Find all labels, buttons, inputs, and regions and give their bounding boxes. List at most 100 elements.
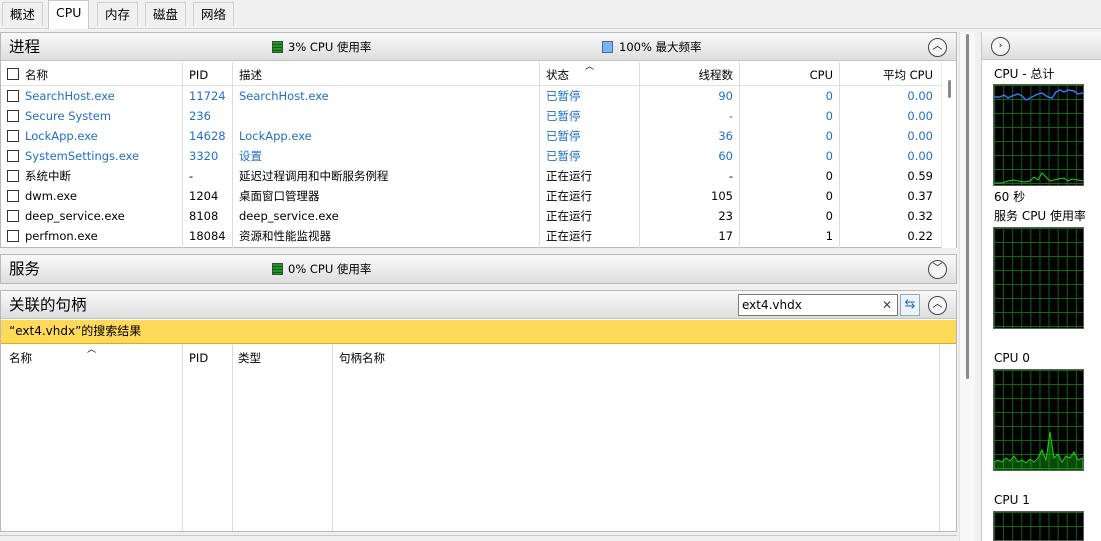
cpu-total-label: CPU - 总计	[994, 67, 1055, 81]
scrollbar-thumb[interactable]	[948, 80, 951, 98]
handles-col-type[interactable]: 类型	[238, 350, 261, 366]
process-checkbox[interactable]	[7, 130, 19, 142]
handle-search-input[interactable]: ext4.vhdx ✕	[738, 294, 898, 316]
process-pid: 14628	[189, 129, 226, 143]
process-cpu: 0	[825, 89, 833, 103]
process-threads: 23	[718, 209, 733, 223]
process-cpu: 0	[825, 149, 833, 163]
handles-col-handle-name[interactable]: 句柄名称	[339, 350, 385, 366]
process-pid: 18084	[189, 229, 226, 243]
col-description[interactable]: 描述	[239, 67, 262, 83]
process-cpu: 0	[825, 189, 833, 203]
process-status: 正在运行	[546, 229, 592, 243]
search-refresh-button[interactable]: ⇆	[900, 294, 920, 316]
process-cpu: 0	[825, 209, 833, 223]
tab-memory[interactable]: 内存	[97, 2, 139, 26]
process-description: LockApp.exe	[239, 129, 312, 143]
processes-header[interactable]: 进程 3% CPU 使用率 100% 最大频率 ︿	[1, 33, 956, 61]
graphs-toggle-button[interactable]: ›	[991, 37, 1010, 56]
process-cpu: 0	[825, 169, 833, 183]
process-pid: 3320	[189, 149, 219, 163]
col-pid[interactable]: PID	[189, 67, 208, 83]
time-span-label: 60 秒	[994, 190, 1026, 204]
process-name: SearchHost.exe	[25, 89, 115, 103]
handles-results-list[interactable]	[1, 367, 939, 531]
processes-scrollbar[interactable]	[941, 62, 956, 248]
process-description: deep_service.exe	[239, 209, 339, 223]
process-average-cpu: 0.32	[907, 209, 933, 223]
col-name[interactable]: 名称	[25, 67, 48, 83]
col-average-cpu[interactable]: 平均 CPU	[841, 67, 933, 83]
process-average-cpu: 0.00	[907, 149, 933, 163]
handles-col-name[interactable]: 名称	[9, 350, 32, 366]
process-row[interactable]: Secure System 236 已暂停 - 0 0.00	[1, 106, 941, 126]
process-average-cpu: 0.37	[907, 189, 933, 203]
process-pid: 8108	[189, 209, 219, 223]
handles-header[interactable]: 关联的句柄 ext4.vhdx ✕ ⇆ ︿	[1, 291, 956, 319]
process-average-cpu: 0.00	[907, 89, 933, 103]
col-status[interactable]: 状态	[546, 67, 569, 83]
services-expand-button[interactable]: ﹀	[928, 260, 947, 279]
col-cpu[interactable]: CPU	[741, 67, 833, 83]
process-threads: 60	[718, 149, 733, 163]
chevron-right-icon: ›	[998, 41, 1003, 51]
process-row[interactable]: LockApp.exe 14628 LockApp.exe 已暂停 36 0 0.00	[1, 126, 941, 146]
process-status: 已暂停	[546, 129, 581, 143]
process-pid: -	[189, 169, 194, 183]
process-threads: 36	[718, 129, 733, 143]
select-all-checkbox[interactable]	[7, 68, 19, 80]
process-threads: 105	[711, 189, 733, 203]
process-row[interactable]: SearchHost.exe 11724 SearchHost.exe 已暂停 90 0 0…	[1, 86, 941, 106]
process-checkbox[interactable]	[7, 90, 19, 102]
process-status: 已暂停	[546, 109, 581, 123]
process-row[interactable]: perfmon.exe 18084 资源和性能监视器 正在运行 17 1 0.22	[1, 226, 941, 246]
process-row[interactable]: dwm.exe 1204 桌面窗口管理器 正在运行 105 0 0.37	[1, 186, 941, 206]
handle-search-value: ext4.vhdx	[742, 298, 802, 312]
cpu0-label: CPU 0	[994, 351, 1030, 365]
handles-col-pid[interactable]: PID	[189, 350, 208, 366]
main-scrollbar[interactable]	[959, 32, 975, 541]
cpu-total-graph	[993, 84, 1084, 186]
close-icon[interactable]: ✕	[882, 298, 892, 313]
tab-overview[interactable]: 概述	[2, 2, 44, 26]
process-checkbox[interactable]	[7, 150, 19, 162]
tab-disk[interactable]: 磁盘	[145, 2, 187, 26]
process-status: 正在运行	[546, 169, 592, 183]
process-description: 设置	[239, 149, 262, 163]
process-checkbox[interactable]	[7, 230, 19, 242]
main-scrollbar-thumb[interactable]	[966, 34, 969, 379]
process-threads: -	[728, 109, 733, 123]
process-checkbox[interactable]	[7, 190, 19, 202]
process-checkbox[interactable]	[7, 210, 19, 222]
process-row[interactable]: deep_service.exe 8108 deep_service.exe 正在运行…	[1, 206, 941, 226]
process-cpu: 0	[825, 109, 833, 123]
process-checkbox[interactable]	[7, 170, 19, 182]
process-checkbox[interactable]	[7, 110, 19, 122]
tab-network[interactable]: 网络	[193, 2, 235, 26]
process-threads: 17	[718, 229, 733, 243]
process-status: 正在运行	[546, 189, 592, 203]
handles-collapse-button[interactable]: ︿	[928, 296, 947, 315]
process-row[interactable]: SystemSettings.exe 3320 设置 已暂停 60 0 0.00	[1, 146, 941, 166]
process-status: 已暂停	[546, 89, 581, 103]
cpu-usage-meter-icon	[272, 41, 283, 53]
process-name: perfmon.exe	[25, 229, 98, 243]
process-name: deep_service.exe	[25, 209, 125, 223]
process-name: Secure System	[25, 109, 112, 123]
tab-cpu[interactable]: CPU	[48, 0, 90, 29]
process-description: 资源和性能监视器	[239, 229, 331, 243]
process-pid: 1204	[189, 189, 219, 203]
processes-cpu-usage: 3% CPU 使用率	[288, 40, 372, 54]
chevron-up-icon: ︿	[932, 41, 943, 52]
process-row[interactable]: 系统中断 - 延迟过程调用和中断服务例程 正在运行 - 0 0.59	[1, 166, 941, 186]
col-threads[interactable]: 线程数	[641, 67, 734, 83]
process-name: LockApp.exe	[25, 129, 98, 143]
process-threads: -	[728, 169, 733, 183]
processes-collapse-button[interactable]: ︿	[928, 38, 947, 57]
services-header[interactable]: 服务 0% CPU 使用率 ﹀	[1, 255, 956, 283]
cpu0-graph	[993, 369, 1084, 471]
process-cpu: 0	[825, 129, 833, 143]
bottom-divider	[0, 535, 957, 541]
processes-column-header: 名称 PID 描述 状态 ︿ 线程数 CPU 平均 CPU	[1, 62, 941, 86]
handles-title: 关联的句柄	[9, 296, 87, 314]
